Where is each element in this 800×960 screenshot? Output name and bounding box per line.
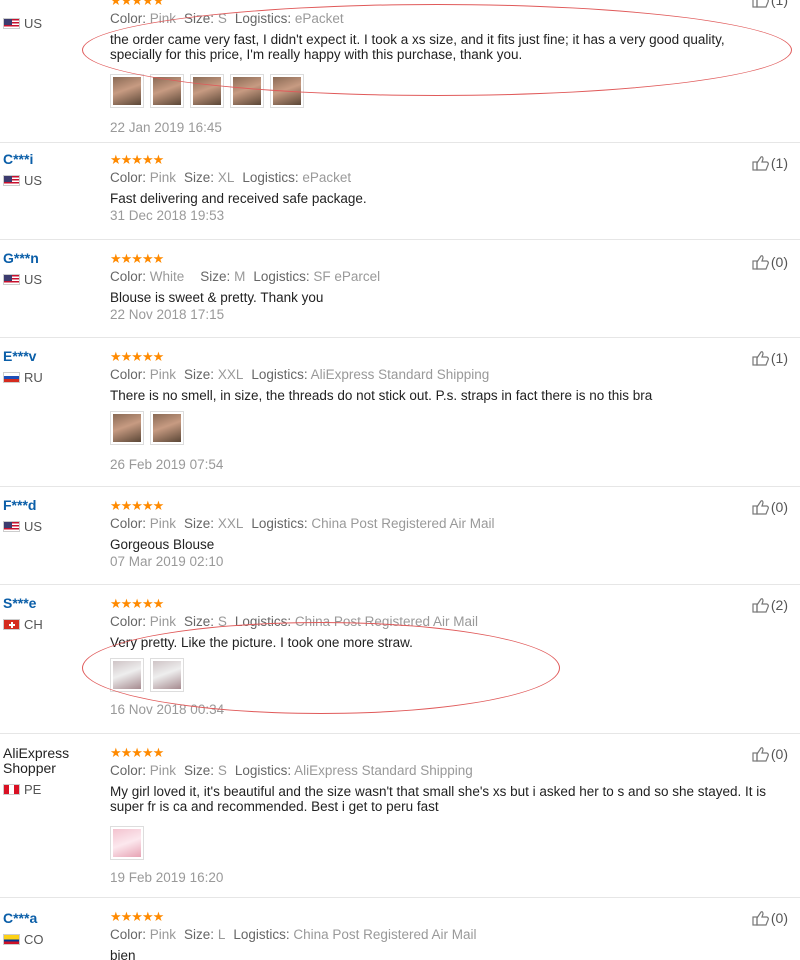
buyer-name[interactable]: F***d	[3, 497, 103, 513]
review-photo-thumbnail[interactable]	[150, 411, 184, 445]
co-flag-icon	[3, 934, 20, 945]
order-info: Color: Pink Size: L Logistics: China Post …	[110, 927, 477, 942]
review-item: C***a CO ★★★★★ Color: Pink Size: L Logisti…	[0, 898, 800, 960]
review-text: bien	[110, 948, 136, 960]
order-info: Color: Pink Size: XXL Logistics: AliExpres…	[110, 367, 490, 382]
buyer-name[interactable]: S***e	[3, 595, 103, 611]
review-photo-thumbnail[interactable]	[230, 74, 264, 108]
pe-flag-icon	[3, 784, 20, 795]
review-text: My girl loved it, it's beautiful and the…	[110, 784, 767, 814]
helpful-button[interactable]: (1)	[752, 0, 788, 8]
thumbs-up-icon	[752, 500, 769, 515]
helpful-button[interactable]: (1)	[752, 350, 788, 366]
buyer-name[interactable]: E***v	[3, 348, 103, 364]
buyer-name[interactable]: C***i	[3, 151, 103, 167]
thumbs-up-icon	[752, 911, 769, 926]
review-text: Very pretty. Like the picture. I took on…	[110, 635, 413, 650]
review-photo-thumbnail[interactable]	[110, 74, 144, 108]
review-item: US ★★★★★ Color: Pink Size: S Logistics: eP…	[0, 0, 800, 143]
us-flag-icon	[3, 274, 20, 285]
thumbs-up-icon	[752, 255, 769, 270]
helpful-button[interactable]: (0)	[752, 254, 788, 270]
thumbs-up-icon	[752, 351, 769, 366]
review-photos	[110, 411, 780, 445]
us-flag-icon	[3, 18, 20, 29]
order-info: Color: Pink Size: XL Logistics: ePacket	[110, 170, 352, 185]
buyer-name[interactable]: C***a	[3, 910, 103, 926]
review-item: S***e CH ★★★★★ Color: Pink Size: S Logisti…	[0, 585, 800, 734]
thumbs-up-icon	[752, 0, 769, 8]
review-date: 07 Mar 2019 02:10	[110, 554, 224, 569]
star-rating: ★★★★★	[110, 596, 164, 611]
buyer-country: RU	[3, 370, 103, 385]
review-photos	[110, 826, 780, 860]
order-info: Color: Pink Size: XXL Logistics: China Pos…	[110, 516, 495, 531]
order-info: Color: Pink Size: S Logistics: AliExpress …	[110, 763, 473, 778]
review-photo-thumbnail[interactable]	[190, 74, 224, 108]
star-rating: ★★★★★	[110, 251, 164, 266]
review-date: 22 Nov 2018 17:15	[110, 307, 225, 322]
thumbs-up-icon	[752, 747, 769, 762]
review-photo-thumbnail[interactable]	[150, 658, 184, 692]
helpful-button[interactable]: (0)	[752, 746, 788, 762]
helpful-button[interactable]: (2)	[752, 597, 788, 613]
buyer-country: US	[3, 272, 103, 287]
order-info: Color: Pink Size: S Logistics: China Post …	[110, 614, 478, 629]
review-date: 19 Feb 2019 16:20	[110, 870, 224, 885]
buyer-name[interactable]: G***n	[3, 250, 103, 266]
thumbs-up-icon	[752, 156, 769, 171]
ru-flag-icon	[3, 372, 20, 383]
us-flag-icon	[3, 175, 20, 186]
review-text: Fast delivering and received safe packag…	[110, 191, 367, 206]
country-code: US	[24, 16, 43, 31]
review-item: C***i US ★★★★★ Color: Pink Size: XL Logist…	[0, 143, 800, 240]
review-photo-thumbnail[interactable]	[270, 74, 304, 108]
review-text: the order came very fast, I didn't expec…	[110, 32, 725, 62]
order-info: Color: White Size: M Logistics: SF eParcel	[110, 269, 381, 284]
review-date: 26 Feb 2019 07:54	[110, 457, 224, 472]
review-item: E***v RU ★★★★★ Color: Pink Size: XXL Logis…	[0, 338, 800, 487]
buyer-country: US	[3, 519, 103, 534]
review-item: AliExpress Shopper PE ★★★★★ Color: Pink S…	[0, 734, 800, 898]
helpful-button[interactable]: (0)	[752, 910, 788, 926]
review-text: Blouse is sweet & pretty. Thank you	[110, 290, 324, 305]
review-text: There is no smell, in size, the threads …	[110, 388, 653, 403]
star-rating: ★★★★★	[110, 152, 164, 167]
review-photo-thumbnail[interactable]	[110, 411, 144, 445]
review-photos	[110, 658, 780, 692]
review-date: 22 Jan 2019 16:45	[110, 120, 222, 135]
helpful-button[interactable]: (0)	[752, 499, 788, 515]
buyer-country: CH	[3, 617, 103, 632]
star-rating: ★★★★★	[110, 349, 164, 364]
review-item: G***n US ★★★★★ Color: White Size: M Logist…	[0, 240, 800, 338]
buyer-country: US	[3, 173, 103, 188]
buyer-name[interactable]: AliExpress Shopper	[3, 746, 103, 776]
star-rating: ★★★★★	[110, 0, 164, 8]
star-rating: ★★★★★	[110, 498, 164, 513]
helpful-button[interactable]: (1)	[752, 155, 788, 171]
review-date: 31 Dec 2018 19:53	[110, 208, 225, 223]
review-date: 16 Nov 2018 00:34	[110, 702, 225, 717]
review-text: Gorgeous Blouse	[110, 537, 215, 552]
order-info: Color: Pink Size: S Logistics: ePacket	[110, 11, 344, 26]
thumbs-up-icon	[752, 598, 769, 613]
star-rating: ★★★★★	[110, 909, 164, 924]
star-rating: ★★★★★	[110, 745, 164, 760]
review-photos	[110, 74, 780, 108]
buyer-country: US	[3, 16, 103, 31]
review-item: F***d US ★★★★★ Color: Pink Size: XXL Logis…	[0, 487, 800, 585]
review-photo-thumbnail[interactable]	[110, 658, 144, 692]
us-flag-icon	[3, 521, 20, 532]
buyer-country: CO	[3, 932, 103, 947]
buyer-country: PE	[3, 782, 103, 797]
ch-flag-icon	[3, 619, 20, 630]
review-photo-thumbnail[interactable]	[110, 826, 144, 860]
review-photo-thumbnail[interactable]	[150, 74, 184, 108]
